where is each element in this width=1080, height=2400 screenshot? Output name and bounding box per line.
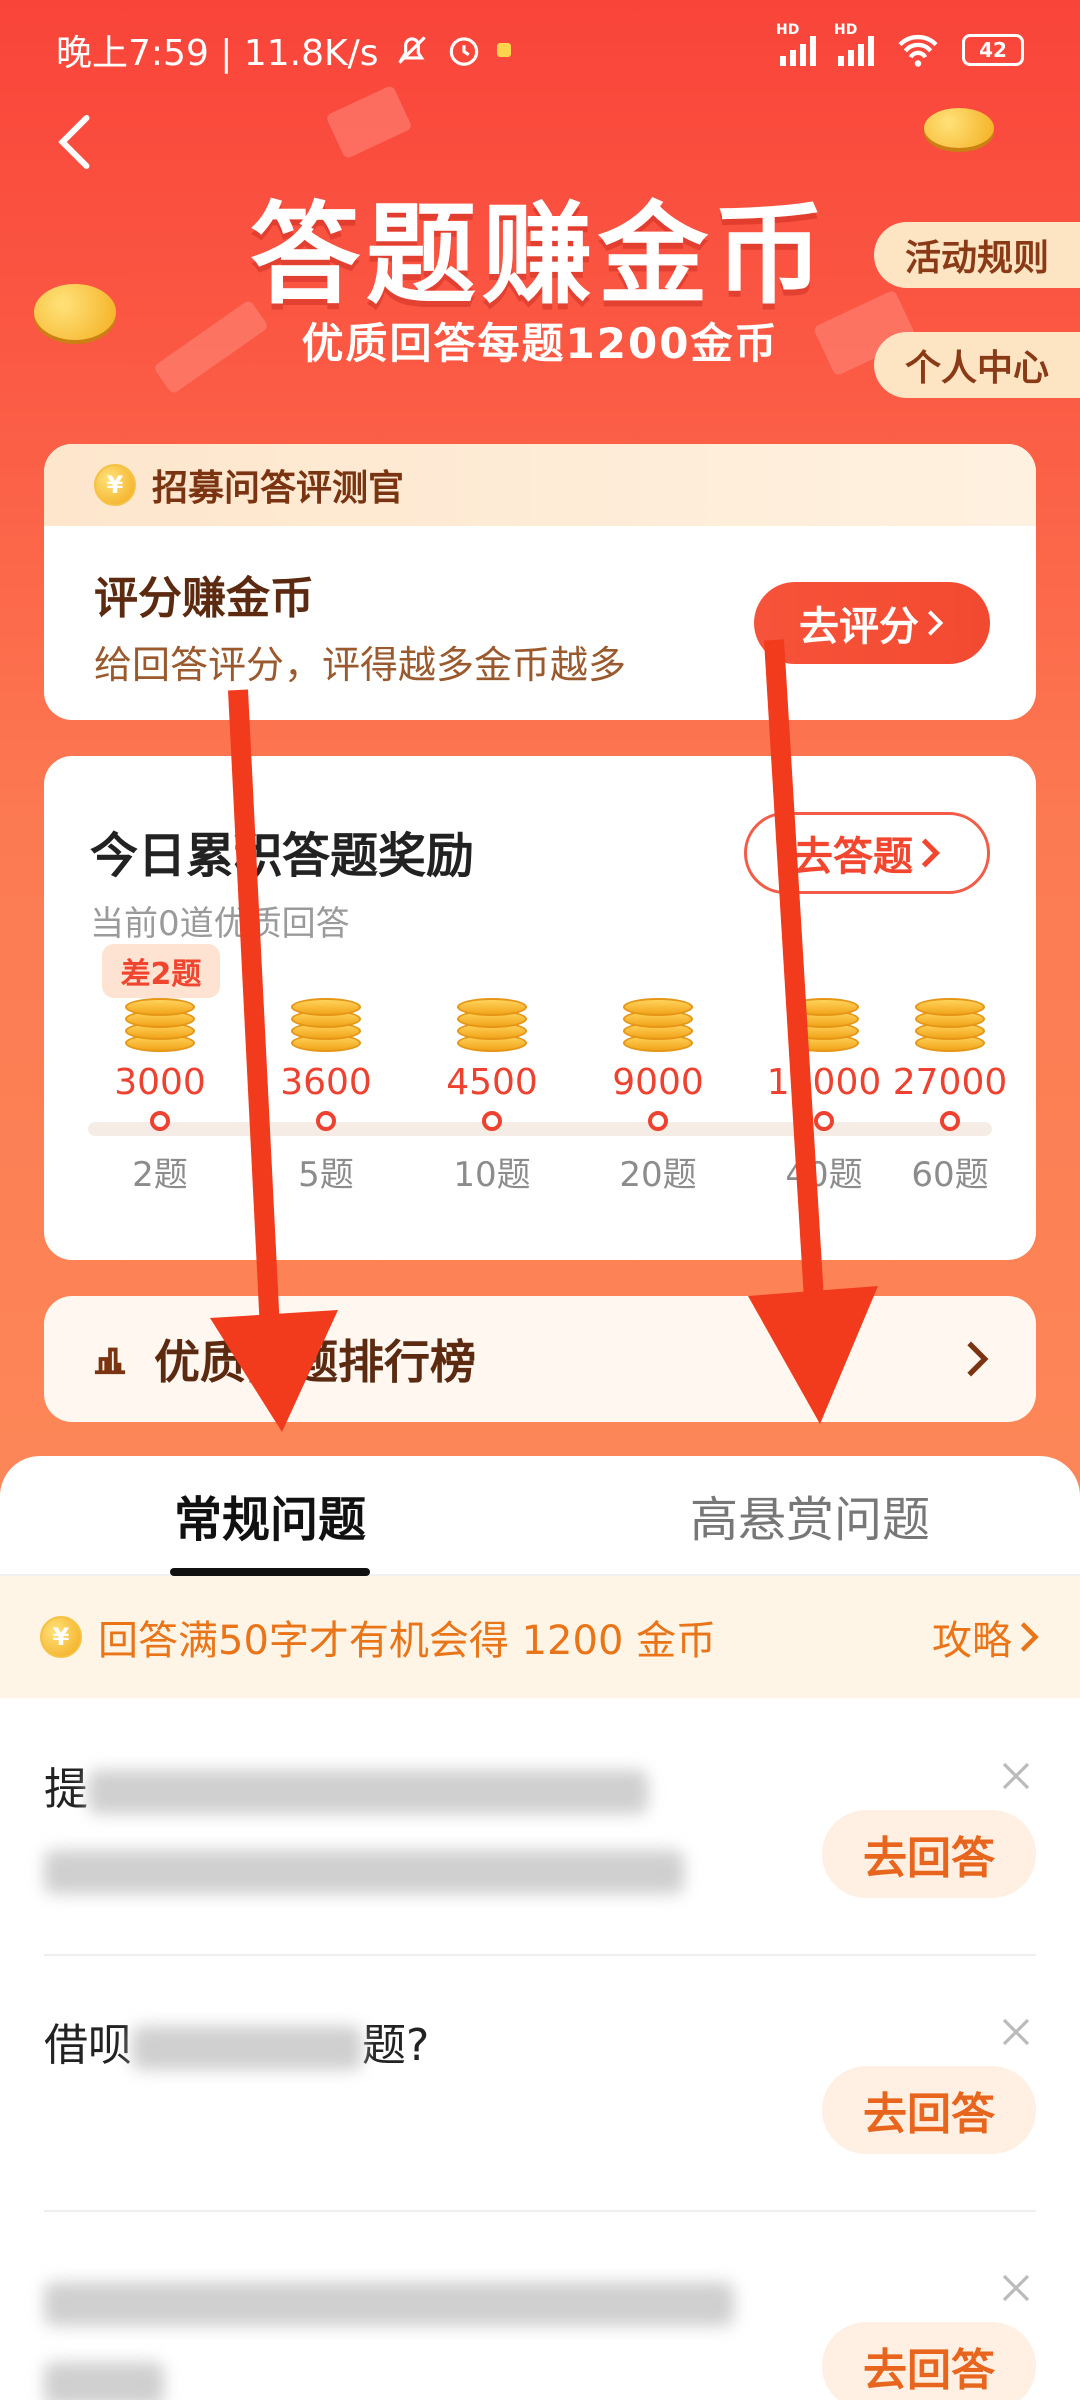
- personal-center-button[interactable]: 个人中心: [874, 332, 1080, 398]
- progress-dot: [482, 1111, 502, 1131]
- ranking-entry[interactable]: 优质问题排行榜: [44, 1296, 1036, 1422]
- blurred-text: [132, 2026, 362, 2070]
- answer-button[interactable]: 去回答: [822, 2322, 1036, 2400]
- blurred-text: [44, 2282, 734, 2326]
- go-rate-button[interactable]: 去评分: [754, 582, 990, 664]
- answer-button[interactable]: 去回答: [822, 1810, 1036, 1898]
- coin-stack-icon: [789, 996, 859, 1052]
- blurred-text: [44, 1850, 684, 1894]
- reward-step: 9000 20题: [583, 996, 733, 1196]
- recruit-title: 评分赚金币: [94, 573, 314, 624]
- tab-regular-questions[interactable]: 常规问题: [0, 1456, 540, 1576]
- hd-label: HD: [834, 22, 858, 38]
- ranking-label: 优质问题排行榜: [154, 1335, 476, 1389]
- signal-icon: HD: [776, 22, 816, 66]
- coin-icon: ¥: [94, 464, 136, 506]
- close-icon[interactable]: [1000, 2272, 1032, 2304]
- battery-icon: 42: [962, 34, 1024, 66]
- question-text: [44, 2262, 764, 2400]
- progress-dot: [316, 1111, 336, 1131]
- answer-button[interactable]: 去回答: [822, 2066, 1036, 2154]
- reward-amount: 3000: [114, 1062, 206, 1103]
- hd-label: HD: [776, 22, 800, 38]
- close-icon[interactable]: [1000, 2016, 1032, 2048]
- progress-dot: [940, 1111, 960, 1131]
- progress-dot: [150, 1111, 170, 1131]
- notice-text: 回答满50字才有机会得 1200 金币: [98, 1618, 717, 1664]
- blurred-text: [44, 2362, 164, 2400]
- bar-chart-icon: [94, 1347, 126, 1375]
- question-visible-text: 提: [44, 1764, 88, 1815]
- reward-step: 3600 5题: [251, 996, 401, 1196]
- go-answer-button[interactable]: 去答题: [744, 812, 990, 894]
- question-count: 5题: [298, 1155, 354, 1195]
- question-item[interactable]: 去回答: [0, 2212, 1080, 2400]
- app-notification-icon: [496, 43, 511, 57]
- question-text: 提: [44, 1750, 764, 1910]
- coin-stack-icon: [291, 996, 361, 1052]
- question-item[interactable]: 提 去回答: [0, 1700, 1080, 1956]
- strategy-link[interactable]: 攻略: [932, 1608, 1040, 1666]
- reward-amount: 9000: [612, 1062, 704, 1103]
- recruit-description: 给回答评分，评得越多金币越多: [94, 643, 627, 687]
- question-count: 2题: [132, 1155, 188, 1195]
- reward-subtitle: 当前0道优质回答: [90, 904, 350, 944]
- recruit-card-header-label: 招募问答评测官: [152, 468, 405, 509]
- recruit-card: ¥ 招募问答评测官 评分赚金币 给回答评分，评得越多金币越多 去评分: [44, 444, 1036, 720]
- recruit-card-header: ¥ 招募问答评测官: [44, 444, 1036, 526]
- status-time: 晚上7:59 | 11.8K/s: [56, 33, 379, 74]
- blurred-text: [88, 1770, 648, 1814]
- reward-amount: 27000: [892, 1062, 1008, 1103]
- chevron-right-icon: [921, 838, 940, 868]
- go-rate-label: 去评分: [799, 604, 919, 650]
- strategy-link-label: 攻略: [932, 1618, 1012, 1664]
- daily-reward-card: 今日累积答题奖励 当前0道优质回答 去答题 差2题 3000 2题 3600 5题 45…: [44, 756, 1036, 1260]
- coin-decoration: [924, 108, 994, 148]
- reward-amount: 4500: [446, 1062, 538, 1103]
- question-text: 借呗 题?: [44, 2006, 764, 2086]
- question-panel: 常规问题 高悬赏问题 ¥ 回答满50字才有机会得 1200 金币 攻略 提 去回…: [0, 1456, 1080, 2400]
- chevron-right-icon: [928, 610, 944, 636]
- close-icon[interactable]: [1000, 1760, 1032, 1792]
- coin-stack-icon: [623, 996, 693, 1052]
- question-item[interactable]: 借呗 题? 去回答: [0, 1956, 1080, 2212]
- coin-icon: ¥: [40, 1616, 82, 1658]
- chevron-right-icon: [1020, 1622, 1039, 1652]
- question-count: 10题: [453, 1155, 531, 1195]
- alarm-icon: [449, 37, 478, 66]
- remaining-badge: 差2题: [102, 944, 220, 998]
- hero-banner: 晚上7:59 | 11.8K/s HD HD 42 答题赚金币 优质回答每题12…: [0, 0, 1080, 1500]
- go-answer-label: 去答题: [793, 834, 913, 880]
- signal-icon: HD: [834, 22, 874, 66]
- coin-stack-icon: [457, 996, 527, 1052]
- notice-bar: ¥ 回答满50字才有机会得 1200 金币 攻略: [0, 1576, 1080, 1698]
- question-count: 60题: [911, 1155, 989, 1195]
- status-bar: 晚上7:59 | 11.8K/s HD HD 42: [0, 0, 1080, 100]
- coin-stack-icon: [125, 996, 195, 1052]
- progress-dot: [648, 1111, 668, 1131]
- activity-rules-button[interactable]: 活动规则: [874, 222, 1080, 288]
- reward-step: 27000 60题: [875, 996, 1025, 1196]
- reward-amount: 3600: [280, 1062, 372, 1103]
- progress-dot: [814, 1111, 834, 1131]
- reward-step: 3000 2题: [85, 996, 235, 1196]
- reward-step: 4500 10题: [417, 996, 567, 1196]
- coin-stack-icon: [915, 996, 985, 1052]
- mute-bell-icon: [397, 36, 426, 64]
- question-tabs: 常规问题 高悬赏问题: [0, 1456, 1080, 1576]
- question-visible-text: 借呗: [44, 2020, 132, 2071]
- reward-title: 今日累积答题奖励: [90, 828, 475, 884]
- question-visible-text-end: 题?: [362, 2020, 430, 2071]
- wifi-icon: [898, 34, 938, 67]
- back-arrow-icon[interactable]: [48, 112, 98, 172]
- tab-high-reward-questions[interactable]: 高悬赏问题: [540, 1456, 1080, 1574]
- chevron-right-icon: [967, 1341, 989, 1377]
- question-count: 20题: [619, 1155, 697, 1195]
